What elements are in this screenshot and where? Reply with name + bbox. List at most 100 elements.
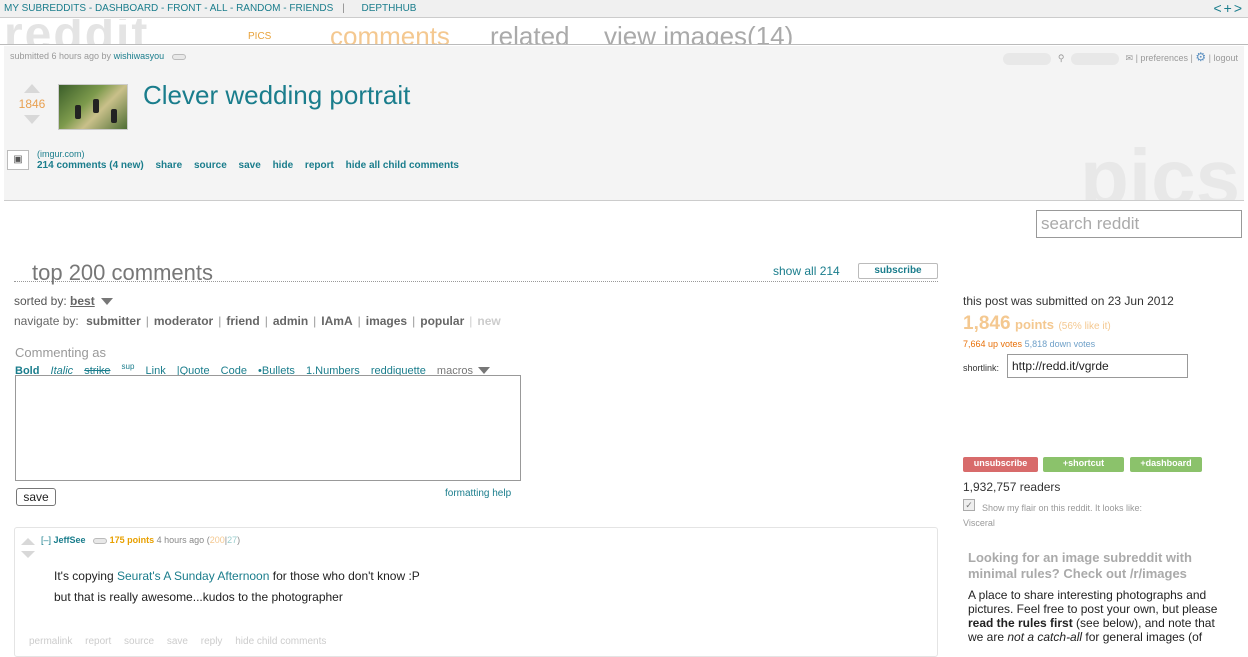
chevron-down-icon[interactable] (477, 367, 490, 375)
paren: ) (237, 535, 241, 545)
downvote-arrow-icon[interactable] (24, 115, 40, 124)
comment-text: for those who don't know :P (269, 569, 420, 583)
sort-selector[interactable]: sorted by: best (14, 294, 114, 308)
separator: | (1208, 53, 1211, 63)
desc-text: for general images (of (1082, 630, 1203, 644)
hide-child-link[interactable]: hide child comments (235, 636, 326, 647)
nav-iama[interactable]: IAmA (321, 314, 352, 328)
search-input[interactable]: search reddit (1036, 210, 1242, 238)
flair-checkbox[interactable]: ✓ (963, 499, 975, 511)
separator: | (412, 314, 416, 328)
comment-points: 175 points (109, 535, 155, 545)
top-navigation-bar: MY SUBREDDITS - DASHBOARD - FRONT - ALL … (0, 0, 1248, 18)
nav-friend[interactable]: friend (226, 314, 259, 328)
promo-heading[interactable]: Looking for an image subreddit with mini… (968, 550, 1238, 582)
commenting-as: Commenting as (15, 345, 107, 360)
report-link[interactable]: report (85, 636, 111, 647)
expando-image-icon[interactable]: ▣ (7, 150, 29, 170)
readers-count: 1,932,757 readers (963, 480, 1061, 494)
sort-value[interactable]: best (70, 294, 95, 308)
submitted-prefix: submitted 6 hours ago by (10, 51, 112, 61)
tab-related[interactable]: related (490, 21, 570, 44)
points-label: points (1015, 317, 1054, 332)
report-button[interactable]: report (305, 160, 334, 171)
post-thumbnail[interactable] (58, 84, 128, 130)
source-link[interactable]: source (124, 636, 154, 647)
shortcut-button[interactable]: +shortcut (1043, 457, 1124, 472)
post-vote: 1846 (18, 84, 46, 124)
dashboard-button[interactable]: +dashboard (1130, 457, 1202, 472)
upvote-arrow-icon[interactable] (24, 84, 40, 93)
tab-comments[interactable]: comments (330, 21, 450, 44)
comments-link[interactable]: 214 comments (4 new) (37, 160, 144, 171)
reply-link[interactable]: reply (201, 636, 223, 647)
nav-new[interactable]: new (477, 314, 500, 328)
mail-icon[interactable]: ✉ (1126, 53, 1134, 63)
save-comment-button[interactable]: save (16, 488, 56, 506)
comment: [–] JeffSee 175 points 4 hours ago (200|… (14, 527, 938, 657)
subscribe-button[interactable]: subscribe (858, 263, 938, 279)
vote-counts: 7,664 up votes 5,818 down votes (963, 339, 1095, 349)
hide-button[interactable]: hide (273, 160, 294, 171)
permalink-link[interactable]: permalink (29, 636, 72, 647)
flair-text: Show my flair on this reddit. It looks l… (982, 503, 1143, 513)
shortlink-input[interactable]: http://redd.it/vgrde (1007, 354, 1188, 378)
post-points: 1,846 points (56% like it) (963, 313, 1111, 335)
nav-moderator[interactable]: moderator (154, 314, 213, 328)
share-button[interactable]: share (156, 160, 183, 171)
navigate-label: navigate by: (14, 314, 79, 328)
downvote-arrow-icon[interactable] (21, 551, 35, 558)
unsubscribe-button[interactable]: unsubscribe (963, 457, 1038, 472)
comment-body: It's copying Seurat's A Sunday Afternoon… (54, 566, 420, 608)
post-author-link[interactable]: wishiwasyou (114, 51, 165, 61)
show-all-link[interactable]: show all 214 (773, 264, 840, 278)
comment-textarea[interactable] (15, 375, 521, 481)
post-title[interactable]: Clever wedding portrait (143, 80, 410, 111)
sup-button[interactable]: sup (122, 362, 135, 371)
separator: | (264, 314, 268, 328)
tab-view-images[interactable]: view images(14) (604, 21, 793, 44)
up-votes: 7,664 up votes (963, 339, 1023, 349)
subreddit-watermark: pics (1080, 133, 1241, 201)
subreddit-name[interactable]: PICS (248, 31, 271, 42)
preferences-link[interactable]: | preferences | (1136, 53, 1193, 63)
rules-link[interactable]: read the rules first (968, 616, 1073, 630)
reddit-logo[interactable]: reddit (4, 19, 149, 44)
sort-label: sorted by: (14, 294, 67, 308)
comment-text: but that is really awesome...kudos to th… (54, 590, 343, 604)
comment-author[interactable]: JeffSee (54, 535, 86, 545)
nav-admin[interactable]: admin (273, 314, 308, 328)
post-buttons: 214 comments (4 new) share source save h… (37, 160, 468, 171)
seurat-link[interactable]: Seurat's A Sunday Afternoon (117, 569, 269, 583)
gear-icon[interactable]: ⚙ (1195, 50, 1206, 64)
upvote-arrow-icon[interactable] (21, 538, 35, 545)
comment-links: permalink report source save reply hide … (29, 636, 336, 647)
source-button[interactable]: source (194, 160, 227, 171)
post-domain[interactable]: (imgur.com) (37, 149, 85, 159)
points-number: 1,846 (963, 313, 1011, 334)
down-votes: 5,818 down votes (1024, 339, 1096, 349)
nav-submitter[interactable]: submitter (86, 314, 141, 328)
separator: | (145, 314, 149, 328)
chevron-down-icon[interactable] (101, 298, 114, 306)
separator: | (342, 3, 345, 14)
nav-images[interactable]: images (366, 314, 407, 328)
collapse-toggle[interactable]: [–] (41, 535, 51, 545)
username-redacted (1003, 52, 1052, 65)
depthhub-link[interactable]: DEPTHHUB (361, 3, 416, 14)
user-icon[interactable]: ⚲ (1058, 53, 1065, 63)
navigate-by: navigate by: submitter | moderator | friend |… (14, 314, 501, 328)
hide-child-comments-button[interactable]: hide all child comments (346, 160, 459, 171)
formatting-help-link[interactable]: formatting help (445, 488, 511, 499)
flair-preview: Visceral (963, 518, 995, 528)
prev-add-next-icons[interactable]: <+> (1213, 0, 1244, 17)
logout-link[interactable]: logout (1213, 53, 1238, 63)
nav-popular[interactable]: popular (420, 314, 464, 328)
comment-vote (21, 538, 35, 558)
subreddit-links[interactable]: MY SUBREDDITS - DASHBOARD - FRONT - ALL … (4, 3, 333, 14)
desc-emphasis: not a catch-all (1007, 630, 1083, 644)
save-link[interactable]: save (167, 636, 188, 647)
panel-title: top 200 comments (32, 260, 213, 285)
save-button[interactable]: save (239, 160, 261, 171)
separator: | (218, 314, 222, 328)
